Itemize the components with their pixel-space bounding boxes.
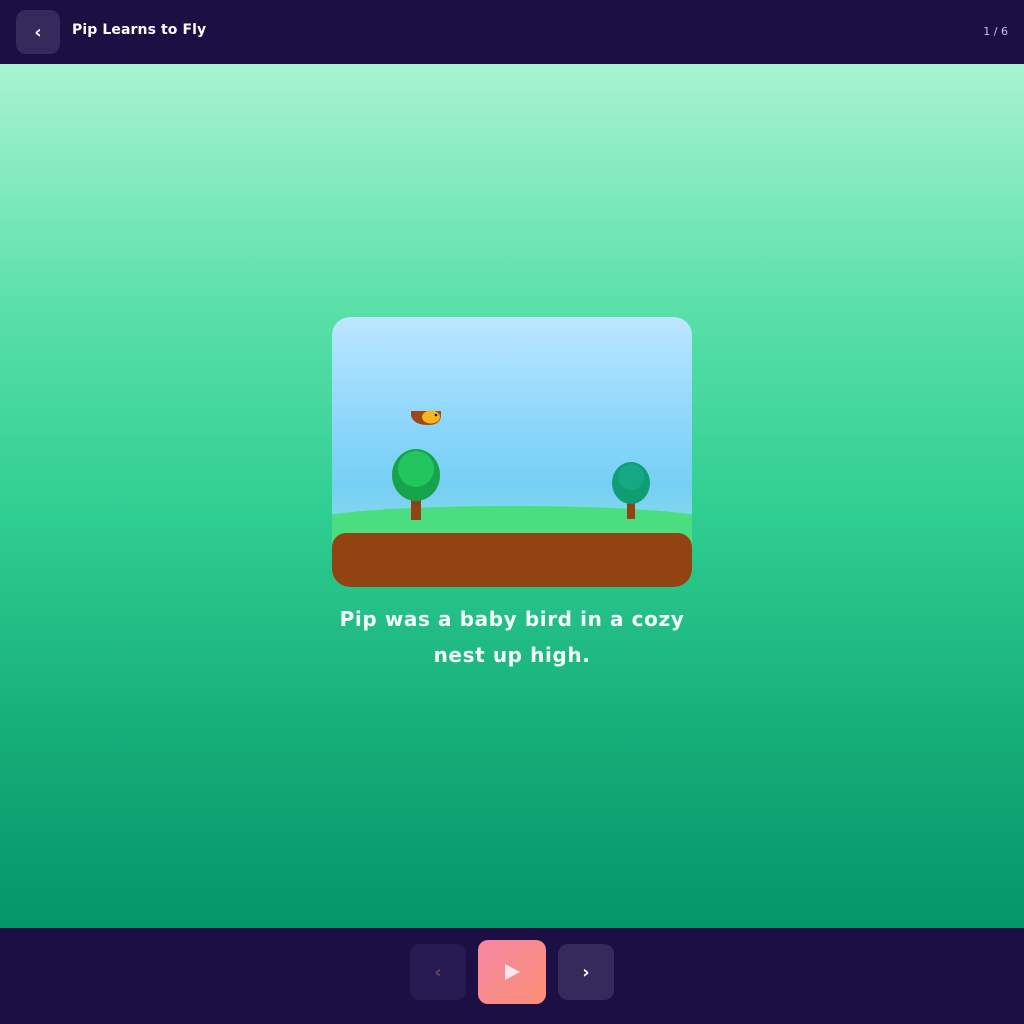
tree-right-icon <box>612 462 650 504</box>
back-button[interactable]: ‹ <box>16 10 60 54</box>
story-stage: Pip was a baby bird in a cozy nest up hi… <box>0 64 1024 928</box>
chevron-right-icon: › <box>582 961 590 983</box>
ground <box>332 533 692 587</box>
top-bar: ‹ Pip Learns to Fly 1 / 6 <box>0 0 1024 64</box>
story-text: Pip was a baby bird in a cozy nest up hi… <box>339 607 685 667</box>
play-button[interactable] <box>478 940 546 1004</box>
story-illustration <box>332 317 692 587</box>
previous-page-button[interactable]: ‹ <box>410 944 466 1000</box>
page-indicator: 1 / 6 <box>983 25 1008 38</box>
story-title: Pip Learns to Fly <box>72 22 207 38</box>
chevron-left-icon: ‹ <box>434 961 442 983</box>
bottom-controls: ‹ › <box>0 928 1024 1024</box>
next-page-button[interactable]: › <box>558 944 614 1000</box>
chevron-left-icon: ‹ <box>34 21 42 43</box>
tree-left-icon <box>392 449 440 501</box>
play-icon <box>505 964 520 980</box>
bird-in-nest-icon <box>411 410 441 425</box>
